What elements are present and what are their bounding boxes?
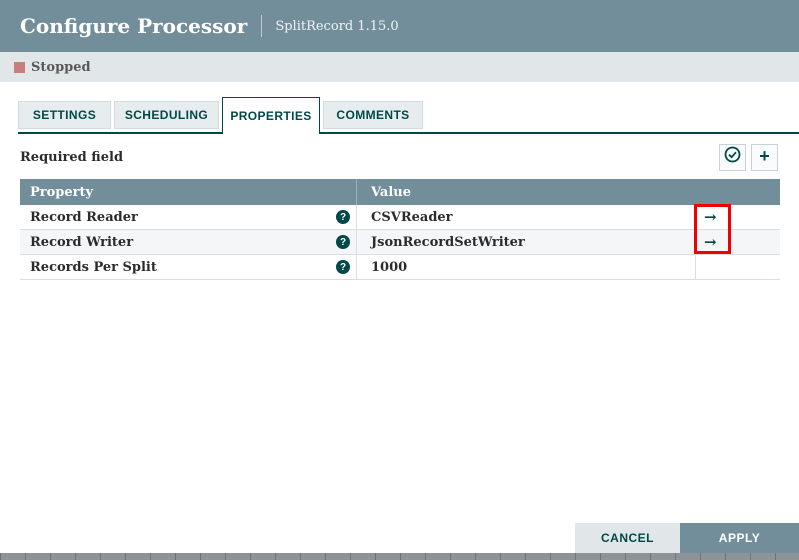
properties-toolbar: Required field + [20, 143, 778, 171]
table-row-record-reader[interactable]: Record Reader ? CSVReader → [20, 205, 780, 230]
help-icon: ? [336, 235, 350, 249]
property-name: Record Reader [30, 210, 138, 225]
column-header-goto [695, 179, 780, 205]
toolbar-icon-buttons: + [719, 144, 778, 171]
tab-underline [18, 132, 799, 134]
column-header-property: Property [20, 179, 356, 205]
status-label: Stopped [31, 60, 91, 75]
status-bar: Stopped [0, 52, 799, 82]
processor-name-version: SplitRecord 1.15.0 [275, 19, 398, 34]
apply-button[interactable]: APPLY [680, 523, 799, 553]
help-icon: ? [336, 210, 350, 224]
required-field-label: Required field [20, 150, 123, 165]
tab-settings[interactable]: SETTINGS [18, 101, 111, 129]
tab-properties[interactable]: PROPERTIES [222, 97, 320, 134]
property-value[interactable]: CSVReader [356, 205, 695, 229]
cancel-button[interactable]: CANCEL [575, 523, 680, 553]
verify-properties-button[interactable] [719, 144, 746, 171]
tab-comments[interactable]: COMMENTS [323, 101, 423, 129]
add-property-button[interactable]: + [751, 144, 778, 171]
goto-service-cell[interactable]: → [695, 205, 780, 229]
property-value[interactable]: 1000 [356, 255, 695, 279]
table-row-record-writer[interactable]: Record Writer ? JsonRecordSetWriter → [20, 230, 780, 255]
help-icon: ? [336, 260, 350, 274]
properties-table: Property Value Record Reader ? CSVReader… [20, 179, 780, 280]
goto-arrow-icon[interactable]: → [704, 235, 717, 250]
stopped-square-icon [14, 62, 25, 73]
dialog-title: Configure Processor [20, 14, 247, 38]
column-header-value: Value [356, 179, 695, 205]
property-name: Record Writer [30, 235, 133, 250]
canvas-background-strip [0, 553, 799, 560]
configure-processor-dialog: Configure Processor SplitRecord 1.15.0 S… [0, 0, 799, 560]
property-value[interactable]: JsonRecordSetWriter [356, 230, 695, 254]
goto-service-cell [695, 255, 780, 279]
tab-bar: SETTINGS SCHEDULING PROPERTIES COMMENTS [18, 97, 799, 134]
tab-scheduling[interactable]: SCHEDULING [114, 101, 219, 129]
table-row-records-per-split[interactable]: Records Per Split ? 1000 [20, 255, 780, 280]
check-circle-icon [724, 146, 741, 168]
goto-arrow-icon[interactable]: → [704, 210, 717, 225]
title-divider [261, 15, 262, 37]
goto-service-cell[interactable]: → [695, 230, 780, 254]
dialog-header: Configure Processor SplitRecord 1.15.0 [0, 0, 799, 52]
table-header-row: Property Value [20, 179, 780, 205]
property-name: Records Per Split [30, 260, 157, 275]
plus-icon: + [759, 147, 770, 165]
